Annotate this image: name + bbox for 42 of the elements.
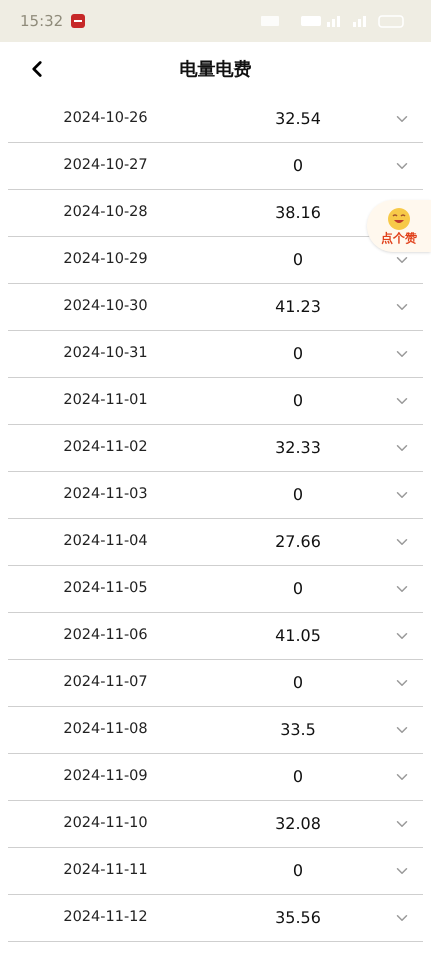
date-text: 2024-11-01 [62,391,149,410]
value-text: 41.23 [274,296,322,318]
value-text: 33.5 [279,719,317,741]
app-badge-icon [71,14,86,28]
page-title: 电量电费 [180,58,252,82]
smiley-icon [388,208,410,230]
like-label: 点个赞 [381,232,417,244]
value-text: 0 [292,766,304,788]
value-text: 32.54 [274,108,322,130]
value-text: 38.16 [274,202,322,224]
value-text: 0 [292,860,304,882]
value-text: 0 [292,343,304,365]
date-text: 2024-10-27 [62,156,149,176]
date-text: 2024-11-04 [62,532,149,552]
value-text: 41.05 [274,625,322,647]
status-time: 15:32 [20,10,64,32]
date-text: 2024-11-12 [62,908,149,928]
value-text: 0 [292,249,304,271]
date-text: 2024-10-30 [62,297,149,316]
value-text: 0 [292,390,304,412]
value-text: 32.33 [274,437,322,459]
date-text: 2024-11-03 [62,485,149,504]
date-text: 2024-11-11 [62,861,149,880]
date-text: 2024-10-31 [62,344,149,364]
date-text: 2024-10-29 [62,250,149,270]
like-badge[interactable]: 点个赞 [367,200,431,252]
date-text: 2024-11-07 [62,673,149,692]
value-text: 0 [292,484,304,506]
date-text: 2024-11-10 [62,814,149,834]
date-text: 2024-11-08 [62,720,149,740]
value-text: 0 [292,155,304,177]
value-text: 0 [292,672,304,694]
date-text: 2024-11-09 [62,767,149,786]
value-text: 32.08 [274,813,322,835]
date-text: 2024-10-28 [62,203,149,222]
date-text: 2024-11-05 [62,579,149,598]
value-text: 0 [292,578,304,600]
value-text: 27.66 [274,531,322,553]
date-text: 2024-11-06 [62,626,149,646]
value-text: 35.56 [274,907,322,929]
date-text: 2024-11-02 [62,438,149,458]
date-text: 2024-10-26 [62,109,149,128]
